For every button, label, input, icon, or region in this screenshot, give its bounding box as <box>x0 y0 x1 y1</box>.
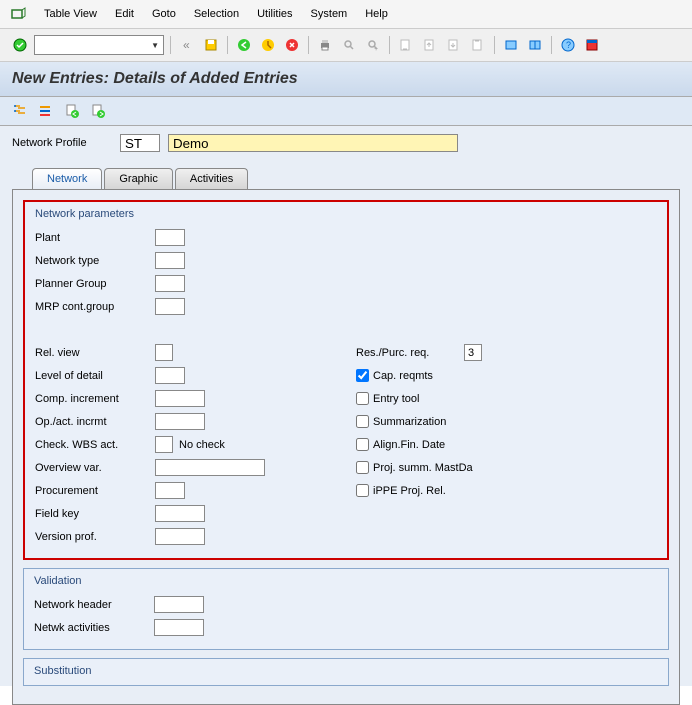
checkbox-cap-reqmts[interactable] <box>356 369 369 382</box>
label-procurement: Procurement <box>35 485 155 497</box>
input-planner-group[interactable] <box>155 275 185 292</box>
list-icon[interactable] <box>36 101 56 121</box>
input-version-prof[interactable] <box>155 528 205 545</box>
print-icon[interactable] <box>315 35 335 55</box>
checkbox-align-fin[interactable] <box>356 438 369 451</box>
checkbox-ippe[interactable] <box>356 484 369 497</box>
label-version-prof: Version prof. <box>35 531 155 543</box>
enter-icon[interactable] <box>10 35 30 55</box>
label-overview-var: Overview var. <box>35 462 155 474</box>
svg-text:?: ? <box>566 40 571 50</box>
command-field[interactable]: ▼ <box>34 35 164 55</box>
label-entry-tool: Entry tool <box>373 393 419 405</box>
label-cap-reqmts: Cap. reqmts <box>373 370 433 382</box>
label-comp-incr: Comp. increment <box>35 393 155 405</box>
fieldset-title-validation: Validation <box>34 575 658 587</box>
profile-code-input[interactable] <box>120 134 160 152</box>
label-align-fin: Align.Fin. Date <box>373 439 445 451</box>
tab-network[interactable]: Network <box>32 168 102 189</box>
page-title: New Entries: Details of Added Entries <box>0 62 692 97</box>
label-ippe: iPPE Proj. Rel. <box>373 485 446 497</box>
menu-table-view[interactable]: Table View <box>44 8 97 20</box>
substitution-fieldset: Substitution <box>23 658 669 686</box>
help-icon[interactable]: ? <box>558 35 578 55</box>
menu-system[interactable]: System <box>311 8 348 20</box>
cancel-icon[interactable] <box>282 35 302 55</box>
tab-content: Network parameters Plant Network type Pl… <box>12 189 680 705</box>
layout-icon[interactable] <box>582 35 602 55</box>
label-op-incr: Op./act. incrmt <box>35 416 155 428</box>
label-field-key: Field key <box>35 508 155 520</box>
menu-help[interactable]: Help <box>365 8 388 20</box>
label-mrp-group: MRP cont.group <box>35 301 155 313</box>
input-mrp-group[interactable] <box>155 298 185 315</box>
input-network-type[interactable] <box>155 252 185 269</box>
menu-selection[interactable]: Selection <box>194 8 239 20</box>
fieldset-title-substitution: Substitution <box>34 665 658 677</box>
label-res-purc: Res./Purc. req. <box>356 347 456 359</box>
profile-label: Network Profile <box>12 137 112 149</box>
input-level-detail[interactable] <box>155 367 185 384</box>
label-level-detail: Level of detail <box>35 370 155 382</box>
content: Network Profile Network Graphic Activiti… <box>0 126 692 686</box>
page-first-icon[interactable] <box>396 35 416 55</box>
input-rel-view[interactable] <box>155 344 173 361</box>
input-check-wbs[interactable] <box>155 436 173 453</box>
input-res-purc[interactable] <box>464 344 482 361</box>
check-wbs-text: No check <box>179 439 225 451</box>
menu-goto[interactable]: Goto <box>152 8 176 20</box>
network-parameters-fieldset: Network parameters Plant Network type Pl… <box>23 200 669 560</box>
tab-activities[interactable]: Activities <box>175 168 248 189</box>
find-next-icon[interactable]: + <box>363 35 383 55</box>
fieldset-title-netparams: Network parameters <box>35 208 657 220</box>
page-toolbar <box>0 97 692 126</box>
page-last-icon[interactable] <box>468 35 488 55</box>
svg-text:«: « <box>183 38 190 52</box>
menubar: Table View Edit Goto Selection Utilities… <box>0 0 692 29</box>
app-icon[interactable] <box>10 6 26 22</box>
input-op-incr[interactable] <box>155 413 205 430</box>
profile-row: Network Profile <box>12 134 680 152</box>
label-summarization: Summarization <box>373 416 446 428</box>
label-plant: Plant <box>35 232 155 244</box>
page-down-icon[interactable] <box>444 35 464 55</box>
label-check-wbs: Check. WBS act. <box>35 439 155 451</box>
shortcut-icon[interactable] <box>525 35 545 55</box>
label-net-activities: Netwk activities <box>34 622 154 634</box>
label-net-header: Network header <box>34 599 154 611</box>
find-icon[interactable] <box>339 35 359 55</box>
label-rel-view: Rel. view <box>35 347 155 359</box>
tab-graphic[interactable]: Graphic <box>104 168 173 189</box>
validation-fieldset: Validation Network header Netwk activiti… <box>23 568 669 650</box>
input-overview-var[interactable] <box>155 459 265 476</box>
tabs: Network Graphic Activities <box>32 168 680 189</box>
profile-desc-input[interactable] <box>168 134 458 152</box>
input-procurement[interactable] <box>155 482 185 499</box>
next-entry-icon[interactable] <box>88 101 108 121</box>
label-network-type: Network type <box>35 255 155 267</box>
svg-text:+: + <box>374 46 378 52</box>
back-green-icon[interactable] <box>234 35 254 55</box>
checkbox-summarization[interactable] <box>356 415 369 428</box>
prev-entry-icon[interactable] <box>62 101 82 121</box>
page-up-icon[interactable] <box>420 35 440 55</box>
input-field-key[interactable] <box>155 505 205 522</box>
input-net-header[interactable] <box>154 596 204 613</box>
input-plant[interactable] <box>155 229 185 246</box>
checkbox-proj-summ[interactable] <box>356 461 369 474</box>
input-net-activities[interactable] <box>154 619 204 636</box>
save-icon[interactable] <box>201 35 221 55</box>
toolbar: ▼ « + ? <box>0 29 692 62</box>
input-comp-incr[interactable] <box>155 390 205 407</box>
menu-utilities[interactable]: Utilities <box>257 8 292 20</box>
label-planner-group: Planner Group <box>35 278 155 290</box>
back-icon[interactable]: « <box>177 35 197 55</box>
new-session-icon[interactable] <box>501 35 521 55</box>
label-proj-summ: Proj. summ. MastDa <box>373 462 473 474</box>
exit-icon[interactable] <box>258 35 278 55</box>
menu-edit[interactable]: Edit <box>115 8 134 20</box>
exec-icon[interactable] <box>10 101 30 121</box>
checkbox-entry-tool[interactable] <box>356 392 369 405</box>
